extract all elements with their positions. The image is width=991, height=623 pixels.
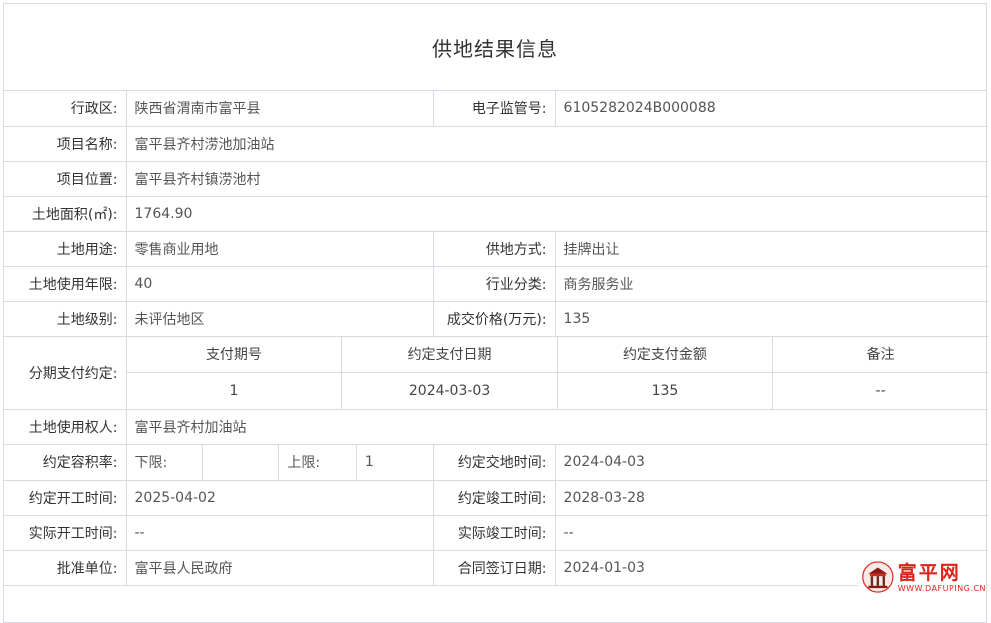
table-row: 项目位置: 富平县齐村镇涝池村 — [4, 160, 989, 197]
table-row: 行政区: 陕西省渭南市富平县 电子监管号: 6105282024B000088 — [4, 91, 989, 127]
district-value: 陕西省渭南市富平县 — [125, 91, 434, 127]
use-years-label: 土地使用年限: — [4, 265, 127, 302]
industry-label: 行业分类: — [432, 265, 556, 302]
handover-time-label: 约定交地时间: — [432, 443, 556, 481]
actual-start-value: -- — [125, 514, 434, 551]
table-row: 项目名称: 富平县齐村涝池加油站 — [4, 125, 989, 162]
approval-unit-label: 批准单位: — [4, 549, 127, 586]
start-time-value: 2025-04-02 — [125, 479, 434, 516]
deal-price-value: 135 — [554, 300, 989, 337]
start-time-label: 约定开工时间: — [4, 479, 127, 516]
installment-header-row: 支付期号 约定支付日期 约定支付金额 备注 — [126, 336, 989, 373]
approval-unit-value: 富平县人民政府 — [125, 549, 434, 586]
district-label: 行政区: — [4, 91, 127, 127]
supply-method-label: 供地方式: — [432, 230, 556, 267]
land-grade-label: 土地级别: — [4, 300, 127, 337]
land-use-value: 零售商业用地 — [125, 230, 434, 267]
table-row: 土地用途: 零售商业用地 供地方式: 挂牌出让 — [4, 230, 989, 267]
handover-time-value: 2024-04-03 — [554, 443, 989, 481]
far-label: 约定容积率: — [4, 443, 127, 481]
project-location-label: 项目位置: — [4, 160, 127, 197]
table-row: 土地使用权人: 富平县齐村加油站 — [4, 408, 989, 445]
contract-date-label: 合同签订日期: — [432, 549, 556, 586]
land-area-label: 土地面积(㎡): — [4, 195, 127, 232]
table-row: 土地级别: 未评估地区 成交价格(万元): 135 — [4, 300, 989, 337]
site-logo[interactable]: 富平网 WWW.DAFUPING.CN — [858, 554, 986, 600]
supervision-no-value: 6105282024B000088 — [554, 91, 989, 127]
installment-table-cell: 支付期号 约定支付日期 约定支付金额 备注 1 2024-03-03 135 -… — [125, 335, 989, 410]
use-years-value: 40 — [125, 265, 434, 302]
result-info-panel: 供地结果信息 行政区: 陕西省渭南市富平县 电子监管号: 6105282024B… — [3, 3, 989, 623]
completion-time-label: 约定竣工时间: — [432, 479, 556, 516]
completion-time-value: 2028-03-28 — [554, 479, 989, 516]
actual-completion-value: -- — [554, 514, 989, 551]
installment-header-remark: 备注 — [772, 336, 989, 373]
info-table: 行政区: 陕西省渭南市富平县 电子监管号: 6105282024B000088 … — [4, 91, 989, 586]
logo-subtext: WWW.DAFUPING.CN — [897, 583, 986, 593]
page-title: 供地结果信息 — [4, 4, 986, 91]
land-user-label: 土地使用权人: — [4, 408, 127, 445]
installment-period: 1 — [126, 372, 343, 409]
project-location-value: 富平县齐村镇涝池村 — [125, 160, 989, 197]
installment-date: 2024-03-03 — [341, 372, 558, 409]
installment-label: 分期支付约定: — [4, 335, 127, 410]
supervision-no-label: 电子监管号: — [432, 91, 556, 127]
table-row: 分期支付约定: 支付期号 约定支付日期 约定支付金额 备注 1 2024-03-… — [4, 335, 989, 410]
land-area-value: 1764.90 — [125, 195, 989, 232]
table-row: 土地面积(㎡): 1764.90 — [4, 195, 989, 232]
installment-header-period: 支付期号 — [126, 336, 343, 373]
supply-method-value: 挂牌出让 — [554, 230, 989, 267]
actual-start-label: 实际开工时间: — [4, 514, 127, 551]
project-name-label: 项目名称: — [4, 125, 127, 162]
far-upper-label: 上限: — [278, 444, 357, 480]
deal-price-label: 成交价格(万元): — [432, 300, 556, 337]
far-lower-value — [202, 444, 280, 480]
far-lower-label: 下限: — [126, 444, 204, 480]
table-row: 约定容积率: 下限: 上限: 1 约定交地时间: 2024-04-03 — [4, 443, 989, 481]
installment-table: 支付期号 约定支付日期 约定支付金额 备注 1 2024-03-03 135 -… — [126, 336, 989, 409]
table-row: 1 2024-03-03 135 -- — [126, 372, 989, 409]
land-use-label: 土地用途: — [4, 230, 127, 267]
installment-header-amount: 约定支付金额 — [556, 336, 774, 373]
table-row: 约定开工时间: 2025-04-02 约定竣工时间: 2028-03-28 — [4, 479, 989, 516]
land-user-value: 富平县齐村加油站 — [125, 408, 989, 445]
installment-amount: 135 — [556, 372, 774, 409]
installment-header-date: 约定支付日期 — [341, 336, 558, 373]
far-cell: 下限: 上限: 1 — [125, 443, 434, 481]
table-row: 批准单位: 富平县人民政府 合同签订日期: 2024-01-03 — [4, 549, 989, 586]
project-name-value: 富平县齐村涝池加油站 — [125, 125, 989, 162]
actual-completion-label: 实际竣工时间: — [432, 514, 556, 551]
installment-remark: -- — [772, 372, 989, 409]
industry-value: 商务服务业 — [554, 265, 989, 302]
table-row: 土地使用年限: 40 行业分类: 商务服务业 — [4, 265, 989, 302]
logo-text: 富平网 — [897, 561, 961, 584]
far-range: 下限: 上限: 1 — [126, 444, 433, 480]
land-grade-value: 未评估地区 — [125, 300, 434, 337]
table-row: 实际开工时间: -- 实际竣工时间: -- — [4, 514, 989, 551]
far-upper-value: 1 — [364, 454, 374, 470]
building-emblem-icon — [862, 561, 894, 593]
